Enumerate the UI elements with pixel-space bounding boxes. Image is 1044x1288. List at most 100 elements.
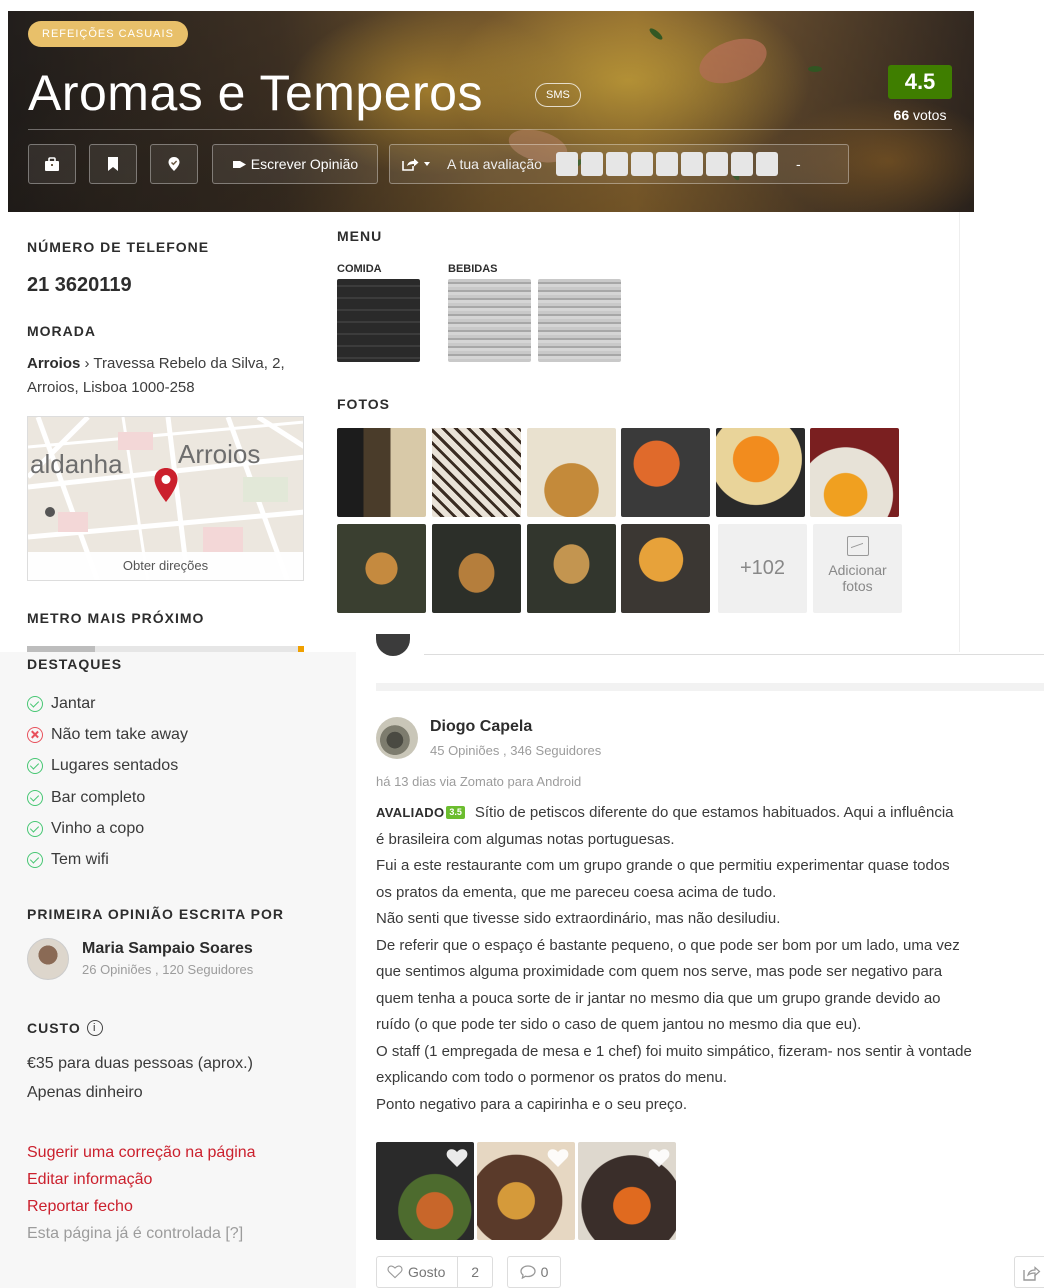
photo-thumbnail[interactable] (621, 428, 710, 517)
votes-number: 66 (893, 107, 910, 123)
add-photos-button[interactable]: Adicionar fotos (813, 524, 902, 613)
photo-thumbnail[interactable] (337, 428, 426, 517)
review-photo[interactable] (578, 1142, 676, 1240)
your-rating-label: A tua avaliação (447, 156, 542, 172)
nearest-metro-label: METRO MAIS PRÓXIMO (27, 610, 205, 626)
map-label-arroios: Arroios (178, 439, 261, 469)
rating-step[interactable] (705, 152, 728, 176)
map-label-aldanha: aldanha (30, 449, 123, 479)
highlight-text: Lugares sentados (51, 757, 179, 775)
rating-step[interactable] (630, 152, 653, 176)
highlight-text: Não tem take away (51, 725, 188, 743)
cross-icon (27, 726, 43, 743)
checkin-button[interactable] (150, 144, 198, 184)
rating-step[interactable] (730, 152, 753, 176)
restaurant-details: DESTAQUES Jantar Não tem take away Lugar… (0, 652, 356, 1288)
been-there-button[interactable] (28, 144, 76, 184)
image-icon (846, 536, 869, 556)
aggregate-rating: 4.5 (888, 65, 952, 99)
briefcase-icon (45, 157, 59, 171)
get-directions-link[interactable]: Obter direções (28, 552, 303, 580)
avatar (376, 634, 410, 656)
phone-number[interactable]: 21 3620119 (27, 274, 132, 297)
photo-thumbnail[interactable] (810, 428, 899, 517)
photo-thumbnail[interactable] (432, 428, 521, 517)
category-badge[interactable]: REFEIÇÕES CASUAIS (28, 21, 188, 47)
info-icon[interactable]: i (86, 1020, 103, 1036)
rating-step[interactable] (555, 152, 578, 176)
rating-step[interactable] (680, 152, 703, 176)
like-button[interactable]: Gosto 2 (376, 1256, 493, 1288)
more-photos-button[interactable]: +102 (718, 524, 807, 613)
review-line: Não senti que tivesse sido extraordinári… (376, 910, 781, 927)
share-button[interactable] (1014, 1256, 1044, 1288)
previous-review-edge (376, 634, 1044, 656)
menu-title: MENU (337, 228, 383, 244)
first-reviewer-name[interactable]: Maria Sampaio Soares (82, 940, 253, 958)
photo-thumbnail[interactable] (621, 524, 710, 613)
photo-thumbnail[interactable] (527, 524, 616, 613)
rating-scale[interactable] (555, 152, 778, 176)
sms-button[interactable]: SMS (535, 83, 581, 107)
write-review-button[interactable]: Escrever Opinião (212, 144, 378, 184)
chevron-down-icon (424, 162, 430, 166)
first-review-label: PRIMEIRA OPINIÃO ESCRITA POR (27, 906, 284, 922)
review-timestamp[interactable]: há 13 dias via Zomato para Android (376, 774, 581, 789)
suggest-correction-link[interactable]: Sugerir uma correção na página (27, 1144, 256, 1162)
heart-icon[interactable] (648, 1148, 670, 1168)
avatar[interactable] (27, 938, 69, 980)
map-pin-icon (154, 468, 178, 502)
photo-thumbnail[interactable] (432, 524, 521, 613)
review-photo[interactable] (477, 1142, 575, 1240)
divider (424, 654, 1044, 655)
review-photo[interactable] (376, 1142, 474, 1240)
comment-button[interactable]: 0 (507, 1256, 561, 1288)
menu-drinks-image[interactable] (538, 279, 621, 362)
votes-label: votos (913, 107, 947, 123)
page-claimed-link[interactable]: Esta página já é controlada [?] (27, 1225, 243, 1243)
reviewer-name[interactable]: Diogo Capela (430, 718, 532, 736)
check-icon (27, 789, 43, 806)
highlight-item: Bar completo (27, 782, 188, 813)
menu-food-image[interactable] (337, 279, 420, 362)
heart-icon[interactable] (547, 1148, 569, 1168)
heart-icon[interactable] (446, 1148, 468, 1168)
report-closure-link[interactable]: Reportar fecho (27, 1198, 133, 1216)
review-line-text: Sítio de petiscos diferente do que estam… (474, 804, 954, 821)
area-link[interactable]: Arroios (27, 355, 80, 372)
comment-count: 0 (540, 1264, 549, 1280)
review-line: Fui a este restaurante com um grupo gran… (376, 857, 950, 874)
review-line: explicando com todo o pormenor os pratos… (376, 1069, 728, 1086)
review-line: que sentimos alguma proximidade com quem… (376, 963, 943, 980)
photo-thumbnail[interactable] (716, 428, 805, 517)
rating-step[interactable] (580, 152, 603, 176)
rating-step[interactable] (605, 152, 628, 176)
share-icon (402, 158, 419, 171)
photo-thumbnail[interactable] (337, 524, 426, 613)
address-street: › Travessa Rebelo da Silva, 2, (80, 355, 285, 372)
bookmark-icon (108, 157, 118, 171)
write-review-label: Escrever Opinião (250, 156, 359, 172)
bookmark-button[interactable] (89, 144, 137, 184)
check-icon (27, 820, 43, 837)
review-text: AVALIADO 3.5 Sítio de petiscos diferente d… (376, 800, 1044, 1118)
rating-step[interactable] (655, 152, 678, 176)
menu-drinks-image[interactable] (448, 279, 531, 362)
your-rating-control[interactable]: A tua avaliação - (389, 144, 849, 184)
rating-step[interactable] (755, 152, 778, 176)
edit-info-link[interactable]: Editar informação (27, 1171, 152, 1189)
restaurant-hero: REFEIÇÕES CASUAIS Aromas e Temperos SMS … (8, 11, 974, 212)
location-map[interactable]: aldanha Arroios Obter direções (27, 416, 304, 581)
review-score: 3.5 (446, 806, 465, 819)
add-photos-label-2: fotos (842, 578, 873, 594)
photo-thumbnail[interactable] (527, 428, 616, 517)
review-line: quem tenha a pouca sorte de ir jantar no… (376, 989, 941, 1007)
photos-title: FOTOS (337, 396, 390, 412)
location-check-icon (168, 157, 180, 171)
menu-drinks-label: BEBIDAS (448, 263, 498, 275)
avatar[interactable] (376, 717, 418, 759)
restaurant-name: Aromas e Temperos (28, 65, 483, 121)
address-label: MORADA (27, 323, 96, 339)
highlight-text: Bar completo (51, 788, 146, 806)
review-line: os pratos da ementa, que me pareceu coes… (376, 883, 777, 901)
